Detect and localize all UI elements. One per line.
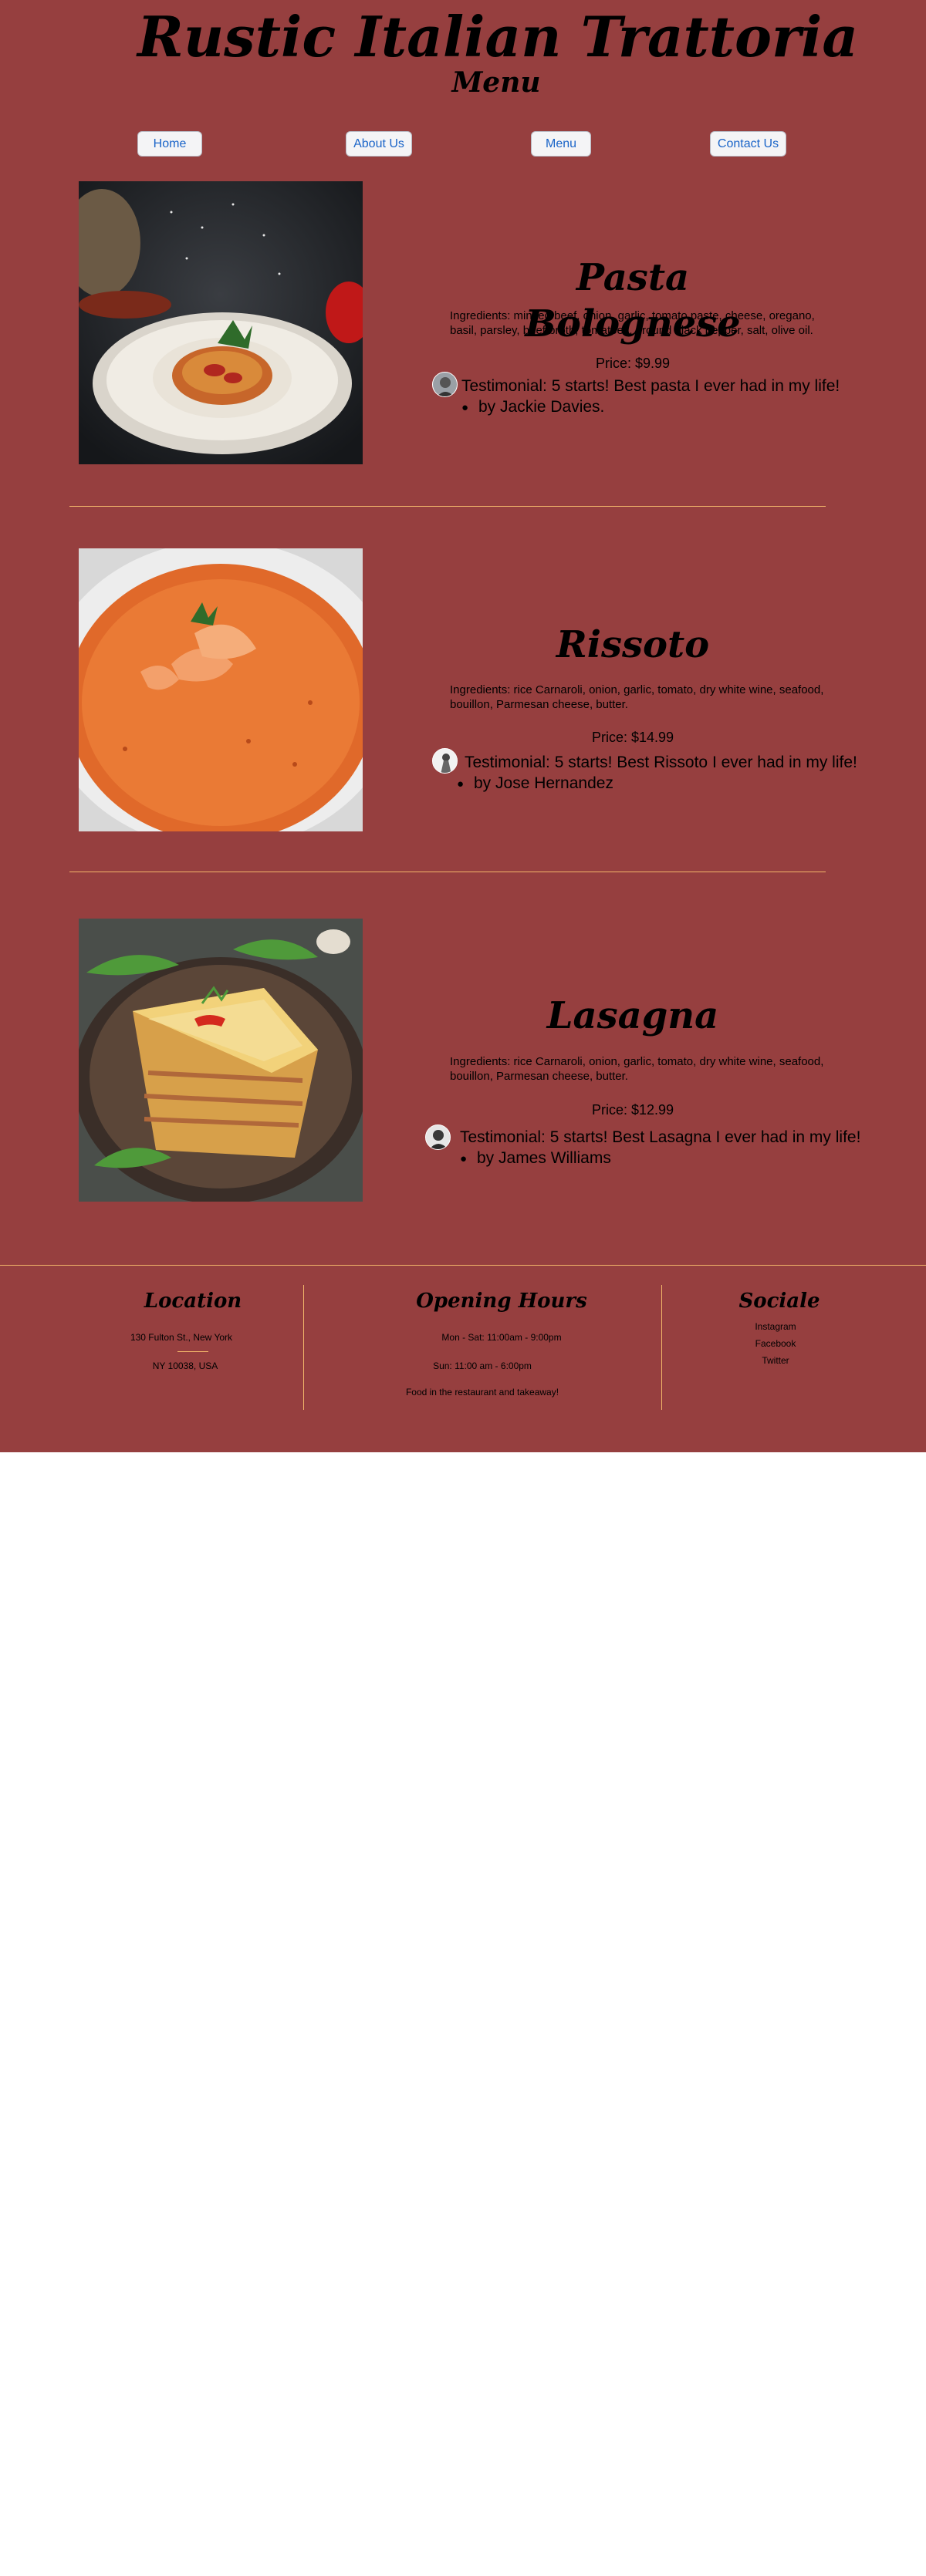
nav-about-button[interactable]: About Us [346,131,412,157]
dish-testimonial: Testimonial: 5 starts! Best Rissoto I ev… [465,754,857,771]
address-line-1: 130 Fulton St., New York [130,1332,233,1343]
lasagna-photo [79,919,363,1202]
testimonial-author: ● by James Williams [460,1148,611,1169]
twitter-link[interactable]: Twitter [729,1355,822,1367]
section-divider [69,506,826,507]
bullet-icon: ● [457,777,465,791]
facebook-link[interactable]: Facebook [729,1338,822,1350]
opening-hours-heading: Opening Hours [416,1290,587,1313]
menu-page: Rustic Italian Trattoria Menu Home About… [0,0,926,1452]
testimonial-author: ● by Jose Hernandez [457,773,613,794]
instagram-link[interactable]: Instagram [729,1321,822,1333]
rissoto-photo [79,548,363,831]
dish-ingredients: Ingredients: rice Carnaroli, onion, garl… [450,683,824,711]
weekday-hours: Mon - Sat: 11:00am - 9:00pm [441,1332,562,1343]
testimonial-author: ● by Jackie Davies. [461,396,604,418]
dish-price: Price: $14.99 [591,730,674,745]
nav-menu-button[interactable]: Menu [531,131,591,157]
footer-separator [661,1285,662,1410]
nav-home-button[interactable]: Home [137,131,202,157]
reviewer-avatar [432,748,458,774]
footer-separator [303,1285,304,1410]
bullet-icon: ● [461,400,469,414]
site-title: Rustic Italian Trattoria [137,4,858,69]
dish-price: Price: $9.99 [595,356,671,371]
dish-name: Lasagna [546,994,719,1037]
dish-name: Rissoto [556,623,710,666]
nav-contact-button[interactable]: Contact Us [710,131,786,157]
bullet-icon: ● [460,1151,468,1165]
dish-ingredients: Ingredients: rice Carnaroli, onion, garl… [450,1055,824,1083]
service-note: Food in the restaurant and takeaway! [405,1387,559,1398]
reviewer-avatar [432,372,458,397]
address-line-2: NY 10038, USA [152,1360,218,1371]
pasta-bolognese-photo [79,181,363,464]
reviewer-avatar [425,1124,451,1150]
dish-ingredients: Ingredients: minced beef, onion, garlic,… [450,309,815,337]
dish-testimonial: Testimonial: 5 starts! Best pasta I ever… [461,377,840,395]
dish-testimonial: Testimonial: 5 starts! Best Lasagna I ev… [460,1128,861,1146]
location-heading: Location [144,1290,242,1313]
page-subtitle: Menu [451,66,541,99]
address-divider [177,1351,208,1352]
social-heading: Sociale [738,1290,820,1313]
sunday-hours: Sun: 11:00 am - 6:00pm [433,1360,532,1371]
dish-price: Price: $12.99 [591,1102,674,1118]
footer-top-border [0,1265,926,1266]
